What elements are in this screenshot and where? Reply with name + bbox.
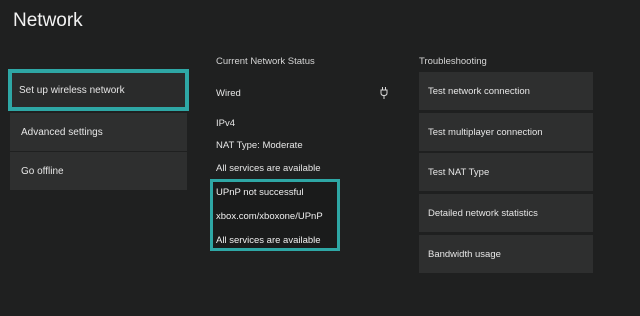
highlight-services-status: All services are available xyxy=(216,235,321,246)
upnp-status: UPnP not successful xyxy=(216,187,304,198)
upnp-help-link: xbox.com/xboxone/UPnP xyxy=(216,211,323,222)
test-multiplayer-connection-button[interactable]: Test multiplayer connection xyxy=(419,113,593,151)
detailed-network-statistics-button[interactable]: Detailed network statistics xyxy=(419,194,593,232)
menu-item-label: Set up wireless network xyxy=(19,84,125,96)
advanced-settings-button[interactable]: Advanced settings xyxy=(10,113,187,151)
button-label: Bandwidth usage xyxy=(428,248,501,260)
menu-item-label: Advanced settings xyxy=(21,126,103,138)
menu-item-label: Go offline xyxy=(21,165,64,177)
ip-version: IPv4 xyxy=(216,118,236,129)
services-status: All services are available xyxy=(216,163,321,174)
button-label: Test network connection xyxy=(428,85,530,97)
button-label: Detailed network statistics xyxy=(428,207,538,219)
test-nat-type-button[interactable]: Test NAT Type xyxy=(419,153,593,191)
status-header: Current Network Status xyxy=(216,56,315,67)
test-network-connection-button[interactable]: Test network connection xyxy=(419,72,593,110)
button-label: Test NAT Type xyxy=(428,166,490,178)
network-settings-screen: Network Set up wireless network Advanced… xyxy=(0,0,640,316)
ethernet-plug-icon xyxy=(380,87,388,99)
connection-type: Wired xyxy=(216,88,241,99)
troubleshooting-header: Troubleshooting xyxy=(419,56,487,67)
go-offline-button[interactable]: Go offline xyxy=(10,152,187,190)
page-title: Network xyxy=(13,10,83,31)
set-up-wireless-network-button[interactable]: Set up wireless network xyxy=(8,69,189,111)
nat-type: NAT Type: Moderate xyxy=(216,140,303,151)
bandwidth-usage-button[interactable]: Bandwidth usage xyxy=(419,235,593,273)
button-label: Test multiplayer connection xyxy=(428,126,543,138)
